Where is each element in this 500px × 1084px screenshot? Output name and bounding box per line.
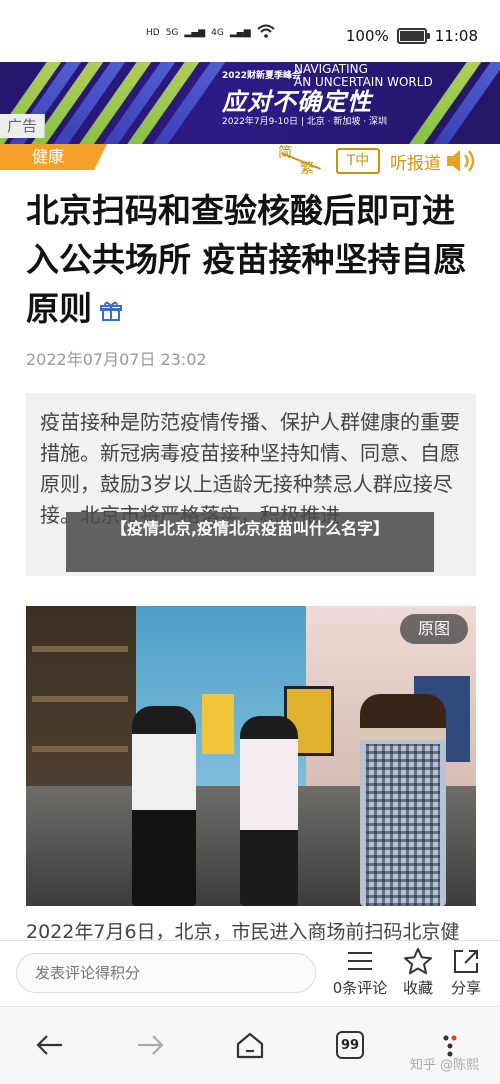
- tabs-button[interactable]: 99: [330, 1025, 370, 1065]
- article-title-text: 北京扫码和查验核酸后即可进入公共场所 疫苗接种坚持自愿原则: [26, 191, 467, 328]
- comments-button[interactable]: 0条评论: [330, 947, 390, 998]
- banner-date: 2022年7月9-10日 | 北京 · 新加坡 · 深圳: [222, 117, 387, 127]
- banner-main-title: 应对不确定性: [222, 88, 372, 116]
- article-title: 北京扫码和查验核酸后即可进入公共场所 疫苗接种坚持自愿原则: [26, 186, 476, 335]
- listen-label: 听报道: [390, 153, 441, 174]
- share-icon: [454, 950, 478, 973]
- back-button[interactable]: [30, 1025, 70, 1065]
- comments-label: 0条评论: [332, 979, 388, 997]
- overlay-title: 【疫情北京,疫情北京疫苗叫什么名字】: [66, 512, 434, 572]
- favorite-label: 收藏: [402, 979, 433, 997]
- network-indicators: HD 5G ▂▄▆ 4G ▂▄▆: [146, 24, 275, 41]
- original-image-button[interactable]: 原图: [400, 614, 468, 644]
- signal-icon-2: ▂▄▆: [229, 27, 251, 38]
- status-bar: HD 5G ▂▄▆ 4G ▂▄▆ 100% 11:08: [0, 0, 500, 62]
- tabs-count: 99: [340, 1037, 360, 1053]
- battery-percent: 100%: [345, 27, 389, 45]
- share-label: 分享: [450, 979, 481, 997]
- forward-button[interactable]: [130, 1025, 170, 1065]
- home-button[interactable]: [230, 1025, 270, 1065]
- ad-banner[interactable]: 2022财新夏季峰会 NAVIGATING AN UNCERTAIN WORLD…: [0, 62, 500, 144]
- comment-input[interactable]: [16, 953, 316, 993]
- article-toolbar: 健康 简 繁 T中 听报道: [0, 144, 500, 178]
- network-1-label: 5G: [165, 27, 179, 38]
- star-icon: [404, 948, 432, 975]
- speaker-icon: [445, 148, 479, 174]
- comment-list-icon: [348, 952, 372, 970]
- listen-button[interactable]: 听报道: [390, 148, 479, 174]
- article-photo[interactable]: [26, 606, 476, 906]
- category-tag[interactable]: 健康: [0, 144, 107, 170]
- simplified-traditional-toggle[interactable]: 简 繁: [278, 146, 324, 176]
- clock: 11:08: [434, 27, 478, 45]
- battery-icon: [396, 28, 430, 44]
- battery-fill: [399, 31, 424, 41]
- traditional-label: 繁: [300, 161, 314, 177]
- publish-date: 2022年07月07日 23:02: [26, 350, 207, 369]
- sim-1-icon: HD: [146, 27, 160, 38]
- network-2-label: 4G: [211, 27, 224, 38]
- ad-label: 广告: [0, 114, 45, 138]
- signal-icon: ▂▄▆: [184, 27, 206, 38]
- watermark: 知乎 @陈熙: [410, 1058, 480, 1073]
- arrow-right-icon: [138, 1035, 164, 1055]
- font-size-button[interactable]: T中: [336, 148, 380, 174]
- home-icon: [236, 1032, 264, 1059]
- gift-icon[interactable]: [100, 286, 122, 335]
- share-button[interactable]: 分享: [436, 947, 496, 998]
- banner-event-year: 2022财新夏季峰会: [222, 71, 302, 81]
- arrow-left-icon: [36, 1035, 62, 1055]
- wifi-icon: [256, 24, 275, 41]
- comment-bar: 0条评论 收藏 分享: [0, 940, 500, 1007]
